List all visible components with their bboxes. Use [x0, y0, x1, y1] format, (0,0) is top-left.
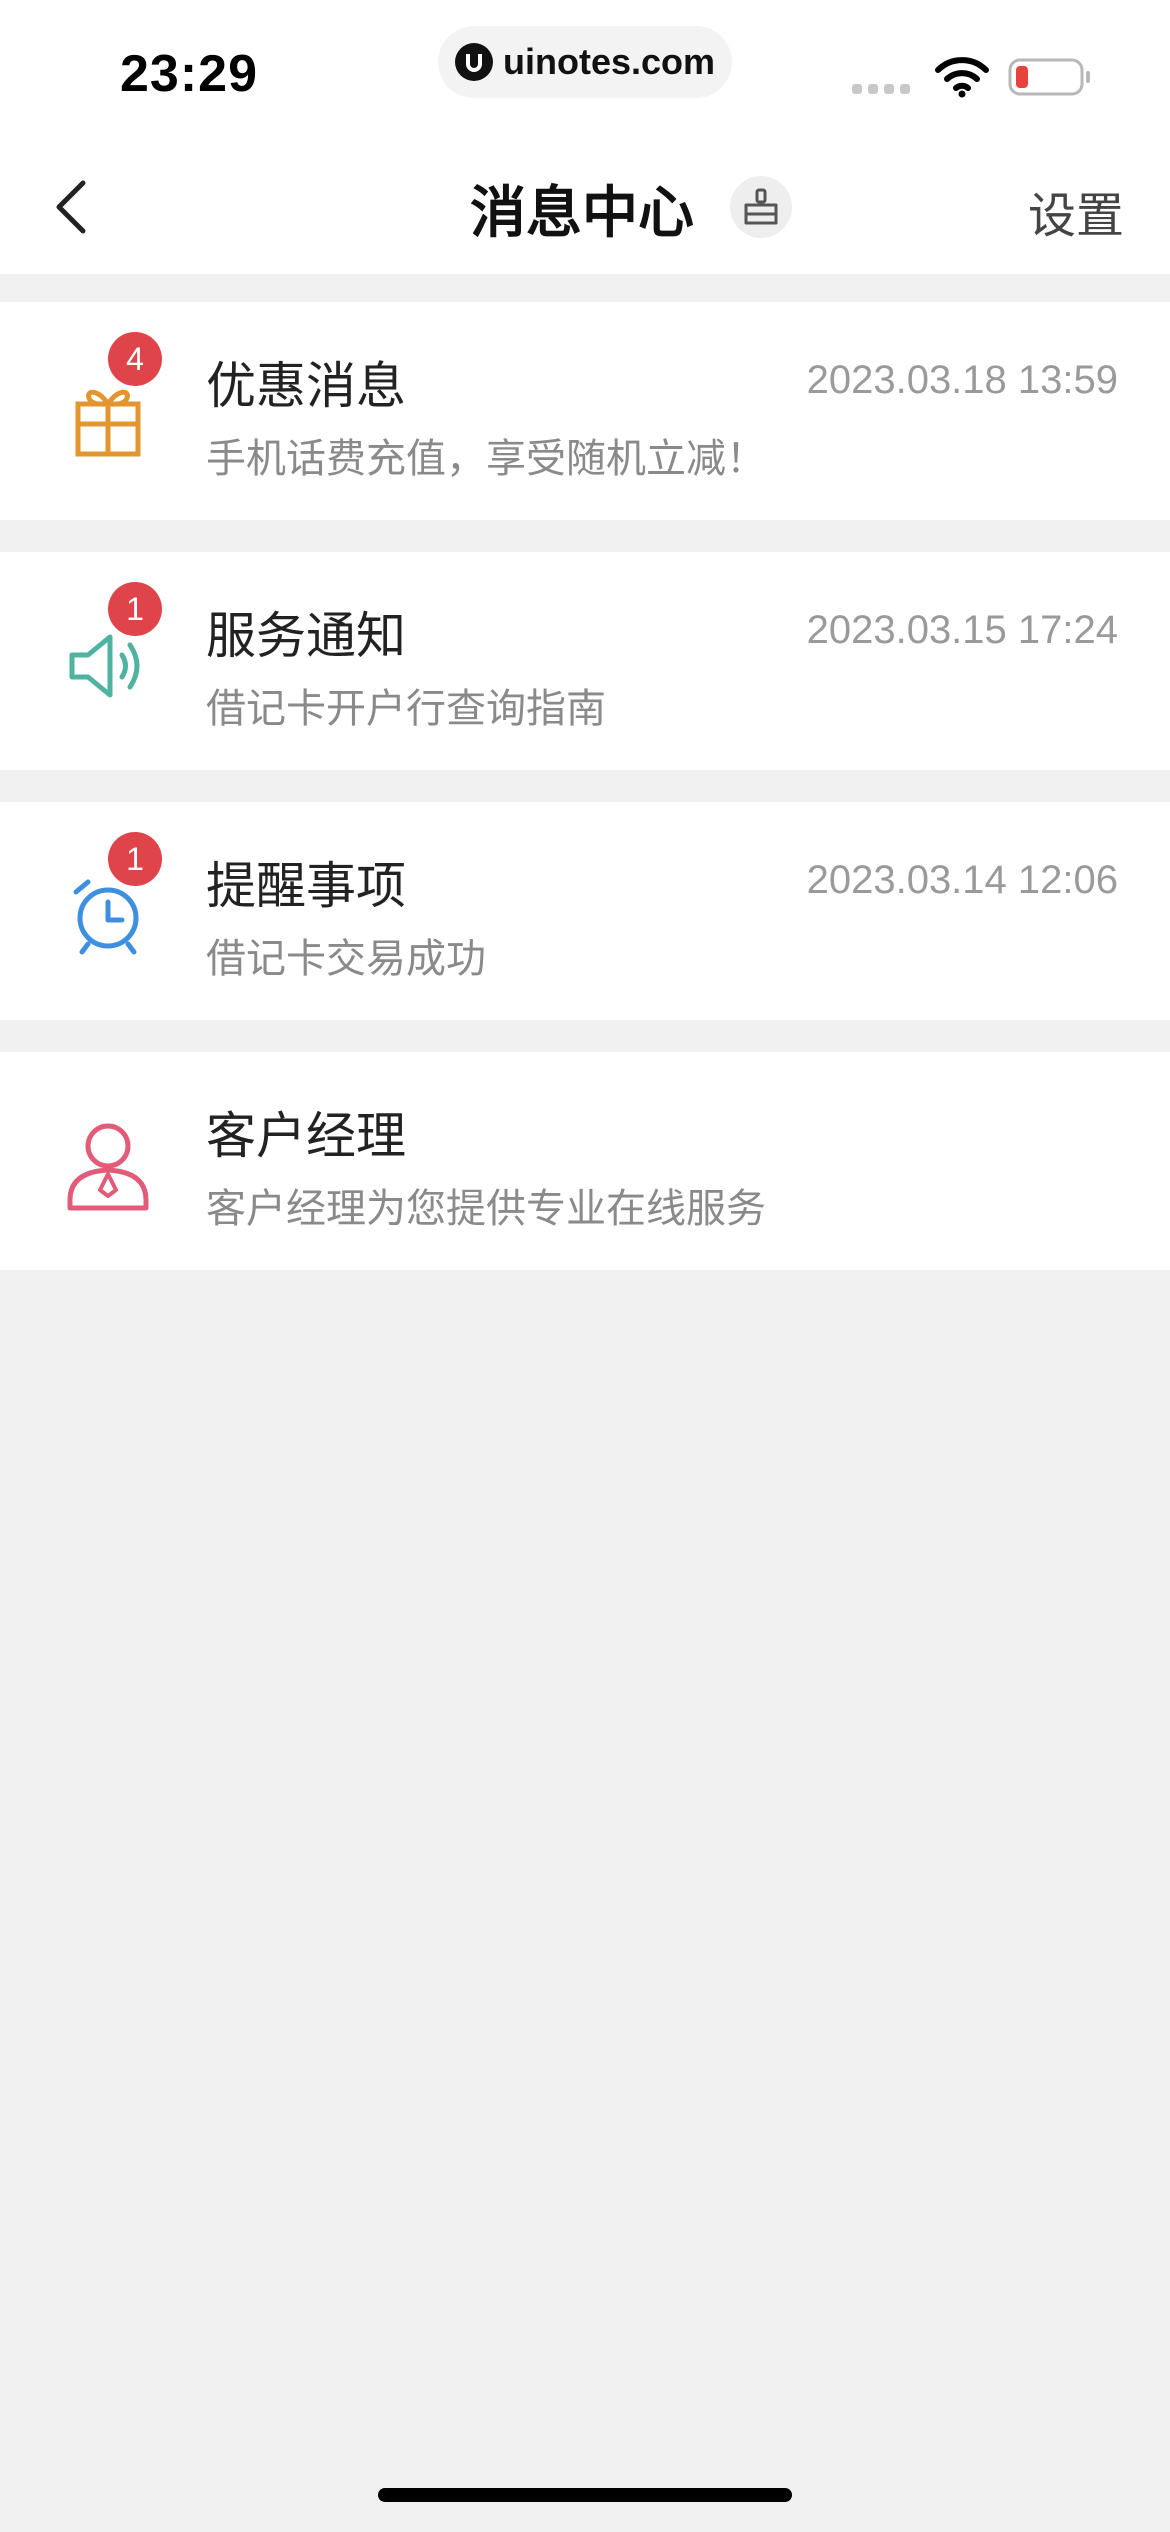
broom-icon	[744, 188, 778, 225]
cellular-signal-icon	[852, 84, 910, 94]
message-preview: 手机话费充值，享受随机立减！	[206, 436, 766, 482]
message-item-service-notices[interactable]: 1 服务通知 借记卡开户行查询指南 2023.03.15 17:24	[0, 552, 1170, 770]
url-text: uinotes.com	[502, 41, 716, 82]
message-item-reminders[interactable]: 1 提醒事项 借记卡交易成功 2023.03.14 12:06	[0, 802, 1170, 1020]
unread-badge: 1	[108, 582, 162, 636]
manager-icon	[48, 1106, 168, 1226]
page-title: 消息中心	[470, 181, 694, 246]
url-pill[interactable]: uinotes.com	[438, 26, 732, 98]
message-timestamp: 2023.03.15 17:24	[806, 608, 1118, 652]
message-timestamp: 2023.03.18 13:59	[806, 358, 1118, 402]
chevron-left-icon	[56, 180, 86, 234]
message-preview: 客户经理为您提供专业在线服务	[206, 1186, 766, 1232]
home-indicator[interactable]	[378, 2488, 792, 2502]
site-logo-icon	[454, 43, 493, 81]
message-title: 提醒事项	[206, 857, 406, 915]
unread-badge: 1	[108, 832, 162, 886]
message-title: 优惠消息	[206, 357, 406, 415]
message-timestamp: 2023.03.14 12:06	[806, 858, 1118, 902]
back-button[interactable]	[36, 170, 106, 244]
message-preview: 借记卡交易成功	[206, 936, 486, 982]
unread-badge: 4	[108, 332, 162, 386]
navigation-bar: 消息中心 设置	[0, 140, 1170, 274]
message-item-promotions[interactable]: 4 优惠消息 手机话费充值，享受随机立减！ 2023.03.18 13:59	[0, 302, 1170, 520]
clean-button[interactable]	[730, 176, 792, 238]
message-list: 4 优惠消息 手机话费充值，享受随机立减！ 2023.03.18 13:59 1…	[0, 302, 1170, 1302]
message-title: 服务通知	[206, 607, 406, 665]
battery-icon	[1008, 56, 1092, 102]
status-time: 23:29	[120, 45, 258, 103]
message-item-account-manager[interactable]: 客户经理 客户经理为您提供专业在线服务	[0, 1052, 1170, 1270]
message-title: 客户经理	[206, 1107, 406, 1165]
message-preview: 借记卡开户行查询指南	[206, 686, 606, 732]
wifi-icon	[934, 56, 990, 102]
status-bar: 23:29 uinotes.com	[0, 0, 1170, 140]
settings-button[interactable]: 设置	[1028, 176, 1124, 246]
